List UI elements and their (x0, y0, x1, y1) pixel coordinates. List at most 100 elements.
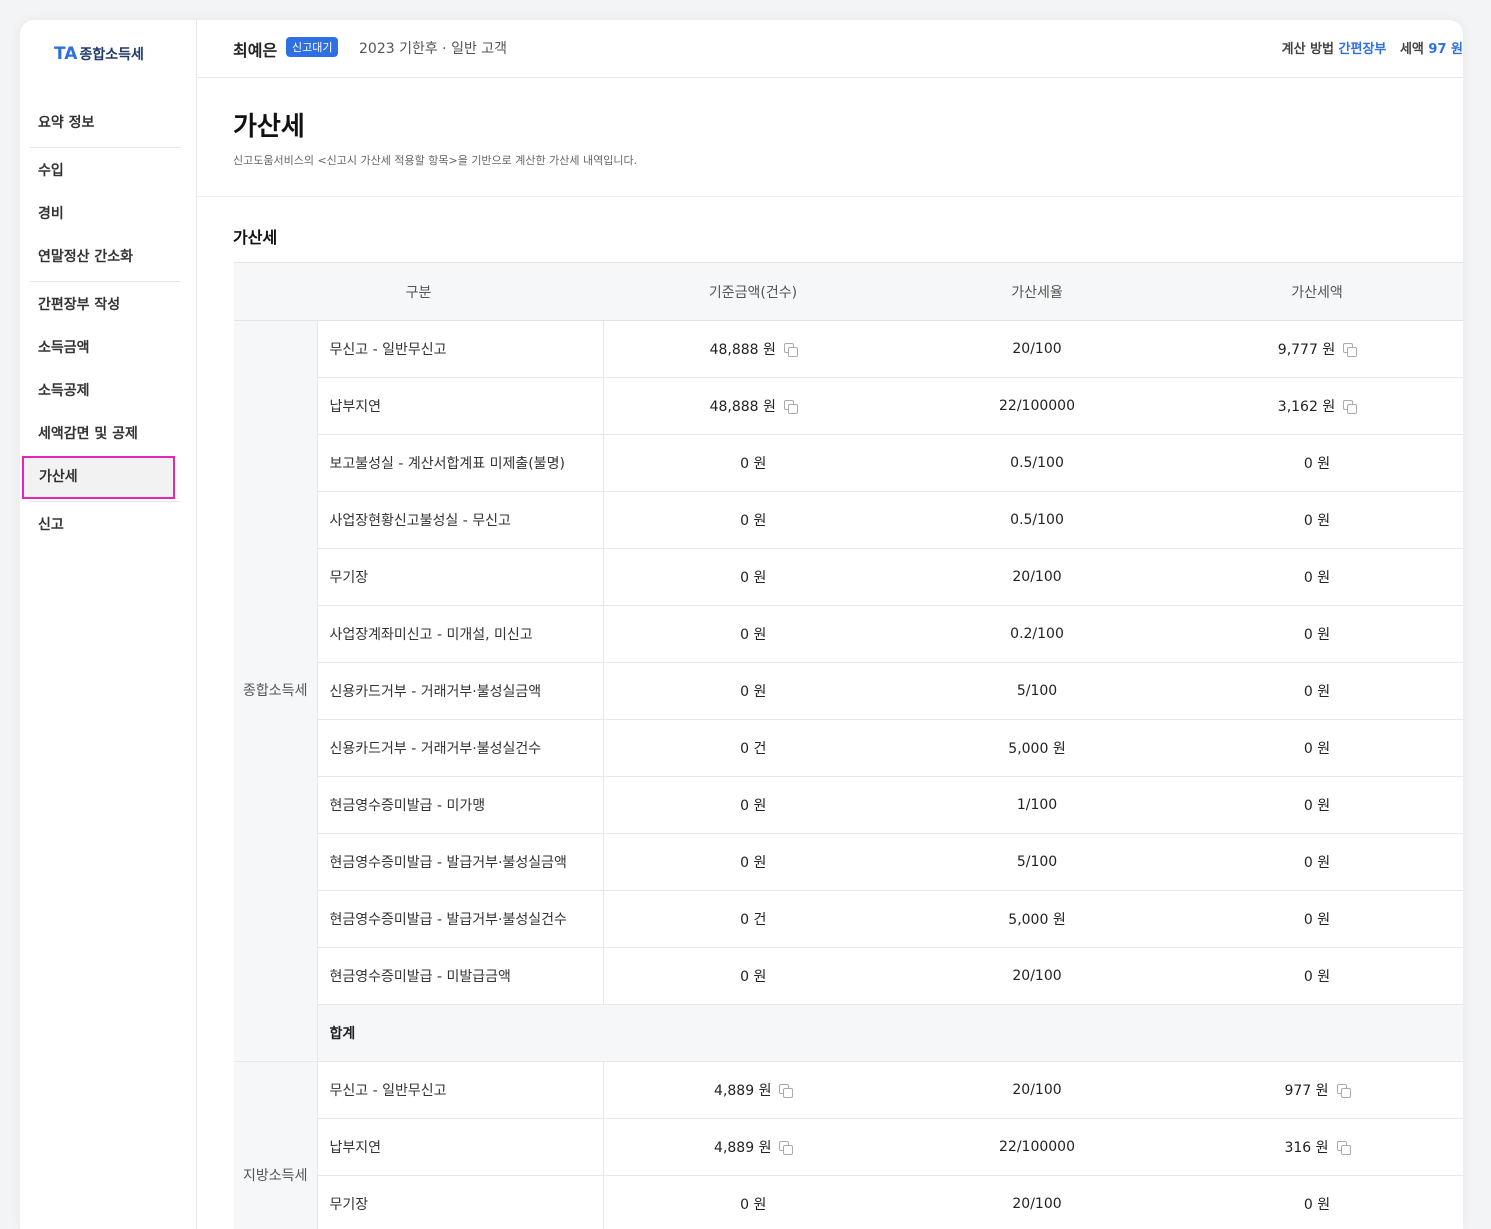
base-amount-cell: 0 원 (603, 776, 904, 834)
base-amount-cell: 0 원 (603, 605, 904, 663)
nav-divider (30, 147, 180, 148)
client-info: 2023 기한후 · 일반 고객 (359, 41, 508, 57)
total-spacer (1171, 1004, 1463, 1062)
penalty-amount: 0 원 (1303, 1197, 1331, 1213)
rate-cell: 5,000 원 (903, 719, 1172, 777)
copy-icon[interactable] (1336, 1141, 1351, 1155)
penalty-amount-cell: 0 원 (1171, 776, 1463, 834)
copy-icon[interactable] (779, 1141, 794, 1155)
rate-cell: 5,000 원 (903, 890, 1172, 948)
logo-mark: TA (54, 44, 78, 64)
base-amount-cell: 4,889 원 (603, 1118, 904, 1176)
rate-cell: 0.2/100 (903, 605, 1172, 663)
page-header: 가산세 신고도움서비스의 <신고시 가산세 적용할 항목>을 기반으로 계산한 … (197, 78, 1463, 197)
penalty-amount-cell: 9,777 원 (1171, 320, 1463, 378)
rate-cell: 20/100 (903, 320, 1172, 378)
sidebar-item-expenses[interactable]: 경비 (20, 193, 196, 236)
app-logo[interactable]: TA 종합소득세 (54, 44, 144, 64)
penalty-amount-cell: 0 원 (1171, 434, 1463, 492)
rate-cell: 22/100000 (903, 377, 1172, 435)
rate-cell: 20/100 (903, 1175, 1172, 1229)
sidebar-item-income-amount[interactable]: 소득금액 (20, 327, 196, 370)
row-label: 현금영수증미발급 - 미가맹 (317, 776, 604, 834)
logo-name: 종합소득세 (79, 47, 144, 63)
table-row: 사업장계좌미신고 - 미개설, 미신고 0 원 0.2/100 0 원 (234, 605, 1463, 663)
total-row: 합계12,939 원 (234, 1004, 1463, 1062)
rate-cell: 22/100000 (903, 1118, 1172, 1176)
rate-cell: 0.5/100 (903, 491, 1172, 549)
sidebar-item-income-deduction[interactable]: 소득공제 (20, 370, 196, 413)
column-header-penalty-amount: 가산세액 (1171, 262, 1463, 321)
penalty-amount: 0 원 (1303, 855, 1331, 871)
copy-icon[interactable] (783, 400, 798, 414)
table-row: 현금영수증미발급 - 미발급금액 0 원 20/100 0 원 (234, 947, 1463, 1005)
penalty-amount-cell: 3,162 원 (1171, 377, 1463, 435)
row-label: 사업장현황신고불성실 - 무신고 (317, 491, 604, 549)
calc-method-link[interactable]: 간편장부 (1339, 42, 1387, 57)
sidebar-item-income[interactable]: 수입 (20, 150, 196, 193)
rate-cell: 20/100 (903, 548, 1172, 606)
base-amount: 0 원 (740, 798, 767, 814)
penalty-amount: 9,777 원 (1277, 342, 1336, 358)
copy-icon[interactable] (1343, 343, 1358, 357)
base-amount-cell: 0 원 (603, 548, 904, 606)
penalty-amount: 0 원 (1303, 912, 1331, 928)
table-row: 납부지연 4,889 원 22/100000 316 원 (234, 1118, 1463, 1176)
sidebar-item-penalty-tax[interactable]: 가산세 (22, 456, 175, 499)
penalty-amount-cell: 0 원 (1171, 662, 1463, 720)
penalty-amount-cell: 0 원 (1171, 890, 1463, 948)
penalty-amount: 0 원 (1303, 513, 1331, 529)
sidebar: TA 종합소득세 요약 정보 수입 경비 연말정산 간소화 간편장부 작성 소득금… (20, 20, 197, 1229)
penalty-amount: 316 원 (1284, 1140, 1329, 1156)
row-label: 현금영수증미발급 - 발급거부·불성실금액 (317, 833, 604, 891)
column-header-rate: 가산세율 (903, 262, 1172, 321)
penalty-amount-cell: 0 원 (1171, 605, 1463, 663)
table-row: 무기장 0 원 20/100 0 원 (234, 548, 1463, 606)
group-label: 종합소득세 (234, 320, 318, 1062)
sidebar-item-filing[interactable]: 신고 (20, 504, 196, 547)
total-label: 합계 (317, 1004, 1172, 1062)
copy-icon[interactable] (783, 343, 798, 357)
penalty-amount: 0 원 (1303, 741, 1331, 757)
table-row: 사업장현황신고불성실 - 무신고 0 원 0.5/100 0 원 (234, 491, 1463, 549)
calc-method-label: 계산 방법 (1281, 42, 1335, 57)
row-label: 사업장계좌미신고 - 미개설, 미신고 (317, 605, 604, 663)
table-row: 현금영수증미발급 - 미가맹 0 원 1/100 0 원 (234, 776, 1463, 834)
table-row: 신용카드거부 - 거래거부·불성실금액 0 원 5/100 0 원 (234, 662, 1463, 720)
tax-value: 97 원 (1428, 42, 1463, 57)
penalty-amount: 3,162 원 (1277, 399, 1336, 415)
tax-label: 세액 (1399, 42, 1424, 57)
rate-cell: 1/100 (903, 776, 1172, 834)
base-amount: 4,889 원 (714, 1083, 772, 1099)
base-amount: 0 원 (740, 627, 767, 643)
penalty-amount-cell: 0 원 (1171, 491, 1463, 549)
column-header-base-amount: 기준금액(건수) (603, 262, 904, 321)
calc-summary: 계산 방법 간편장부 세액 97 원 (1282, 38, 1463, 57)
base-amount: 4,889 원 (714, 1140, 772, 1156)
base-amount-cell: 0 원 (603, 662, 904, 720)
sidebar-item-simple-ledger[interactable]: 간편장부 작성 (20, 284, 196, 327)
copy-icon[interactable] (1336, 1084, 1351, 1098)
sidebar-item-summary[interactable]: 요약 정보 (20, 102, 196, 145)
copy-icon[interactable] (1343, 400, 1358, 414)
rate-cell: 5/100 (903, 833, 1172, 891)
penalty-amount: 977 원 (1284, 1083, 1329, 1099)
section-title: 가산세 (233, 228, 278, 247)
nav-divider (30, 281, 180, 282)
base-amount-cell: 0 원 (603, 1175, 904, 1229)
base-amount-cell: 0 원 (603, 833, 904, 891)
base-amount: 48,888 원 (709, 399, 776, 415)
base-amount-cell: 0 원 (603, 434, 904, 492)
row-label: 무기장 (317, 1175, 604, 1229)
penalty-amount-cell: 977 원 (1171, 1061, 1463, 1119)
group-label: 지방소득세 (234, 1061, 318, 1229)
base-amount: 0 원 (740, 513, 767, 529)
sidebar-nav: 요약 정보 수입 경비 연말정산 간소화 간편장부 작성 소득금액 소득공제 세… (20, 102, 196, 547)
table-row: 현금영수증미발급 - 발급거부·불성실건수 0 건 5,000 원 0 원 (234, 890, 1463, 948)
rate-cell: 0.5/100 (903, 434, 1172, 492)
sidebar-item-tax-credit[interactable]: 세액감면 및 공제 (20, 413, 196, 456)
copy-icon[interactable] (779, 1084, 794, 1098)
sidebar-item-year-end-settlement[interactable]: 연말정산 간소화 (20, 236, 196, 279)
penalty-amount: 0 원 (1303, 456, 1331, 472)
base-amount: 48,888 원 (709, 342, 776, 358)
